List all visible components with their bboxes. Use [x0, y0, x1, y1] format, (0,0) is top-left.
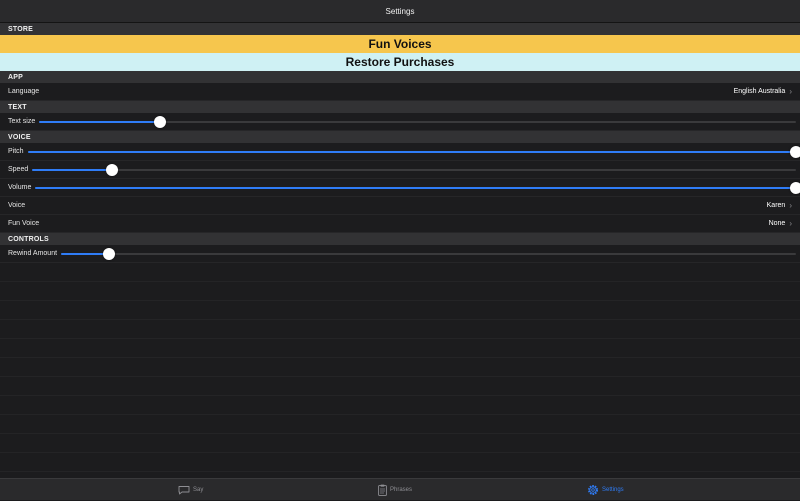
speech-bubble-icon — [178, 486, 190, 495]
section-header-app: APP — [0, 71, 800, 83]
chevron-right-icon: › — [789, 87, 792, 96]
rewind-amount-row: Rewind Amount — [0, 245, 800, 263]
tab-label: Say — [193, 487, 204, 493]
slider-thumb[interactable] — [790, 145, 800, 158]
pitch-slider[interactable] — [27, 145, 800, 159]
slider-thumb[interactable] — [102, 247, 115, 260]
pitch-row: Pitch — [0, 143, 800, 161]
tab-phrases[interactable]: Phrases — [378, 479, 412, 501]
language-label: Language — [8, 88, 40, 95]
voice-value: Karen — [766, 202, 786, 209]
slider-thumb[interactable] — [106, 163, 119, 176]
section-title: CONTROLS — [8, 235, 49, 243]
section-header-controls: CONTROLS — [0, 233, 800, 245]
tab-label: Settings — [602, 487, 624, 493]
fun-voice-value: None — [768, 220, 786, 227]
slider-fill — [39, 120, 161, 123]
speed-row: Speed — [0, 161, 800, 179]
rewind-amount-label: Rewind Amount — [8, 250, 58, 257]
page-title: Settings — [385, 6, 415, 16]
restore-purchases-button[interactable]: Restore Purchases — [0, 53, 800, 71]
clipboard-icon — [378, 484, 387, 496]
voice-label: Voice — [8, 202, 26, 209]
settings-list[interactable]: STORE Fun Voices Restore Purchases APP L… — [0, 23, 800, 478]
fun-voices-label: Fun Voices — [368, 37, 432, 51]
tab-settings[interactable]: Settings — [587, 479, 624, 501]
volume-slider[interactable] — [35, 181, 800, 195]
navigation-bar: Settings — [0, 0, 800, 23]
rewind-amount-slider[interactable] — [61, 247, 796, 261]
restore-purchases-label: Restore Purchases — [345, 55, 455, 69]
chevron-right-icon: › — [789, 219, 792, 228]
slider-fill — [32, 168, 113, 171]
section-header-store: STORE — [0, 23, 800, 35]
slider-thumb[interactable] — [790, 181, 800, 194]
volume-label: Volume — [8, 184, 32, 191]
text-size-slider[interactable] — [39, 115, 796, 129]
tab-label: Phrases — [390, 487, 413, 493]
empty-list-area — [0, 263, 800, 472]
speed-slider[interactable] — [32, 163, 796, 177]
fun-voices-button[interactable]: Fun Voices — [0, 35, 800, 53]
slider-fill — [61, 252, 109, 255]
fun-voice-label: Fun Voice — [8, 220, 40, 227]
section-header-voice: VOICE — [0, 131, 800, 143]
speed-label: Speed — [8, 166, 29, 173]
slider-track — [32, 168, 796, 171]
fun-voice-row[interactable]: Fun Voice None › — [0, 215, 800, 233]
volume-row: Volume — [0, 179, 800, 197]
voice-row[interactable]: Voice Karen › — [0, 197, 800, 215]
slider-fill — [35, 186, 796, 189]
section-header-text: TEXT — [0, 101, 800, 113]
text-size-label: Text size — [8, 118, 36, 125]
language-value: English Australia — [733, 88, 786, 95]
tab-bar: Say Phrases Settings — [0, 478, 800, 500]
tab-say[interactable]: Say — [178, 479, 203, 501]
section-title: VOICE — [8, 133, 31, 141]
language-row[interactable]: Language English Australia › — [0, 83, 800, 101]
section-title: APP — [8, 73, 23, 81]
section-title: STORE — [8, 25, 33, 33]
pitch-label: Pitch — [8, 148, 24, 155]
text-size-row: Text size — [0, 113, 800, 131]
section-title: TEXT — [8, 103, 27, 111]
slider-thumb[interactable] — [154, 115, 167, 128]
gear-icon — [588, 485, 598, 495]
slider-fill — [27, 150, 796, 153]
chevron-right-icon: › — [789, 201, 792, 210]
slider-track — [61, 252, 796, 255]
